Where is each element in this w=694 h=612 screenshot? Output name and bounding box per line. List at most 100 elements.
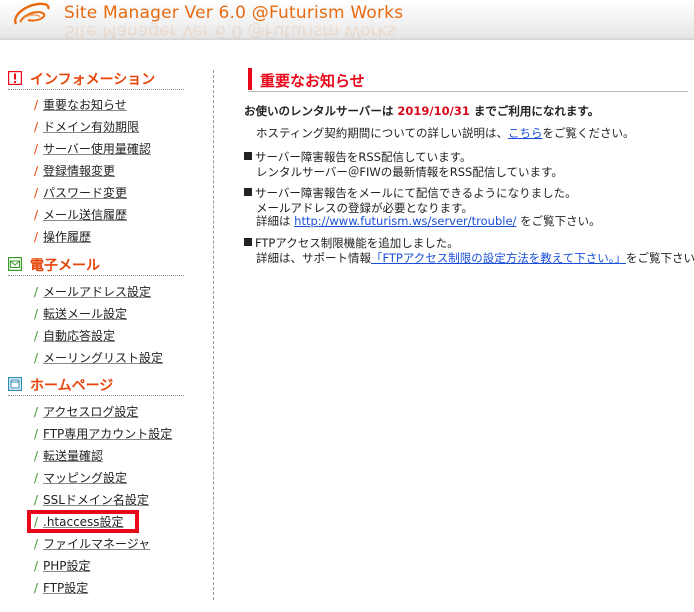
sidebar-item-transfer-volume[interactable]: / 転送量確認 xyxy=(34,447,103,465)
section-title: インフォメーション xyxy=(30,72,156,88)
htaccess-highlight-box xyxy=(27,510,139,533)
bullet-square-icon xyxy=(244,238,252,246)
sidebar-item-label: 操作履歴 xyxy=(43,230,92,244)
slash-icon: / xyxy=(34,493,39,507)
exclamation-box-icon xyxy=(8,71,22,85)
rss-title: サーバー障害報告をRSS配信しています。 xyxy=(255,150,472,164)
slash-icon: / xyxy=(34,208,39,222)
mail-title: サーバー障害報告をメールにて配信できるようになりました。 xyxy=(255,186,577,200)
sidebar-item-label: メールアドレス設定 xyxy=(43,285,152,299)
sidebar-item-label: アクセスログ設定 xyxy=(43,405,139,419)
sidebar-item-label: FTP設定 xyxy=(43,581,89,595)
sidebar-item-domain-expiry[interactable]: / ドメイン有効期限 xyxy=(34,118,139,136)
sidebar-item-ssl-domain[interactable]: / SSLドメイン名設定 xyxy=(34,491,149,509)
header-divider xyxy=(0,38,694,40)
sidebar-item-file-manager[interactable]: / ファイルマネージャ xyxy=(34,535,150,553)
ftp-detail-suffix: をご覧下さい。 xyxy=(625,251,694,265)
sidebar-item-label: 転送メール設定 xyxy=(43,307,128,321)
mail-detail-prefix: 詳細は xyxy=(256,214,291,228)
sidebar-item-access-log[interactable]: / アクセスログ設定 xyxy=(34,403,138,421)
rss-notice-title: サーバー障害報告をRSS配信しています。 xyxy=(244,149,471,165)
sidebar-item-auto-reply[interactable]: / 自動応答設定 xyxy=(34,327,115,345)
ftp-notice-detail: 詳細は、サポート情報「FTPアクセス制限の設定方法を教えて下さい。」をご覧下さい… xyxy=(256,250,694,266)
sidebar-item-mapping[interactable]: / マッピング設定 xyxy=(34,469,127,487)
sidebar-item-label: パスワード変更 xyxy=(43,186,128,200)
sidebar-item-mail-forward[interactable]: / 転送メール設定 xyxy=(34,305,127,323)
section-divider xyxy=(8,89,184,90)
sidebar-item-registration-change[interactable]: / 登録情報変更 xyxy=(34,162,115,180)
swirl-logo-icon xyxy=(14,2,50,25)
sidebar-item-mail-history[interactable]: / メール送信履歴 xyxy=(34,206,127,224)
expiry-suffix: までご利用になれます。 xyxy=(473,104,600,118)
mail-notice-detail2: 詳細は http://www.futurism.ws/server/troubl… xyxy=(256,213,601,229)
sidebar-item-password-change[interactable]: / パスワード変更 xyxy=(34,184,127,202)
ftp-support-link[interactable]: 「FTPアクセス制限の設定方法を教えて下さい。」 xyxy=(371,251,626,265)
sidebar-item-label: PHP設定 xyxy=(43,559,91,573)
bullet-square-icon xyxy=(244,152,252,160)
sidebar-item-operation-history[interactable]: / 操作履歴 xyxy=(34,228,91,246)
sidebar-item-label: ファイルマネージャ xyxy=(43,537,151,551)
sidebar-item-label: FTP専用アカウント設定 xyxy=(43,427,173,441)
ftp-detail-prefix: 詳細は、サポート情報 xyxy=(256,251,371,265)
slash-icon: / xyxy=(34,230,39,244)
slash-icon: / xyxy=(34,559,39,573)
slash-icon: / xyxy=(34,307,39,321)
sidebar-item-php[interactable]: / PHP設定 xyxy=(34,557,91,575)
slash-icon: / xyxy=(34,186,39,200)
sidebar-item-label: メール送信履歴 xyxy=(43,208,128,222)
sidebar-item-label: 重要なお知らせ xyxy=(43,98,127,112)
title-divider xyxy=(248,91,688,92)
section-title: ホームページ xyxy=(30,378,114,394)
sidebar-item-label: 登録情報変更 xyxy=(43,164,116,178)
sidebar-item-mailing-list[interactable]: / メーリングリスト設定 xyxy=(34,349,163,367)
section-email: 電子メール xyxy=(8,253,184,276)
slash-icon: / xyxy=(34,98,39,112)
section-divider xyxy=(8,395,184,396)
sidebar-item-label: 自動応答設定 xyxy=(43,329,116,343)
sidebar-item-label: SSLドメイン名設定 xyxy=(43,493,149,507)
slash-icon: / xyxy=(34,427,39,441)
section-title: 電子メール xyxy=(30,258,100,274)
trouble-link[interactable]: http://www.futurism.ws/server/trouble/ xyxy=(294,214,516,228)
slash-icon: / xyxy=(34,285,39,299)
app-header: Site Manager Ver 6.0 @Futurism Works Sit… xyxy=(0,0,694,40)
sidebar-item-label: サーバー使用量確認 xyxy=(43,142,151,156)
sidebar-item-label: メーリングリスト設定 xyxy=(43,351,164,365)
hosting-text: ホスティング契約期間についての詳しい説明は、 xyxy=(256,126,508,140)
ftp-title: FTPアクセス制限機能を追加しました。 xyxy=(255,236,459,250)
slash-icon: / xyxy=(34,120,39,134)
section-homepage: ホームページ xyxy=(8,373,184,396)
app-title: Site Manager Ver 6.0 @Futurism Works xyxy=(64,3,404,23)
hosting-text-post: をご覧ください。 xyxy=(542,126,635,140)
slash-icon: / xyxy=(34,537,39,551)
mail-detail-suffix: をご覧下さい。 xyxy=(520,214,601,228)
sidebar-item-label: 転送量確認 xyxy=(43,449,104,463)
slash-icon: / xyxy=(34,142,39,156)
hosting-link[interactable]: こちら xyxy=(508,126,543,140)
sidebar-item-ftp[interactable]: / FTP設定 xyxy=(34,579,88,597)
envelope-icon xyxy=(8,257,22,271)
slash-icon: / xyxy=(34,351,39,365)
slash-icon: / xyxy=(34,164,39,178)
rss-notice-detail: レンタルサーバー＠FIWの最新情報をRSS配信しています。 xyxy=(256,165,563,179)
sidebar-item-server-usage[interactable]: / サーバー使用量確認 xyxy=(34,140,151,158)
sidebar-item-mail-address[interactable]: / メールアドレス設定 xyxy=(34,283,151,301)
sidebar-item-label: マッピング設定 xyxy=(43,471,128,485)
page-title: 重要なお知らせ xyxy=(260,72,365,90)
sidebar-item-important-notice[interactable]: / 重要なお知らせ xyxy=(34,96,127,114)
section-information: インフォメーション xyxy=(8,67,184,90)
page-title-bar: 重要なお知らせ xyxy=(242,66,688,92)
ftp-notice-title: FTPアクセス制限機能を追加しました。 xyxy=(244,235,459,251)
expiry-prefix: お使いのレンタルサーバーは xyxy=(244,104,394,118)
sidebar-divider xyxy=(213,70,214,600)
slash-icon: / xyxy=(34,449,39,463)
slash-icon: / xyxy=(34,471,39,485)
expiry-notice: お使いのレンタルサーバーは 2019/10/31 までご利用になれます。 xyxy=(244,103,599,119)
title-accent-bar xyxy=(248,68,252,90)
window-icon xyxy=(8,377,22,391)
expiry-date: 2019/10/31 xyxy=(397,104,470,118)
mail-notice-title: サーバー障害報告をメールにて配信できるようになりました。 xyxy=(244,185,577,201)
hosting-info: ホスティング契約期間についての詳しい説明は、こちらをご覧ください。 xyxy=(256,125,634,141)
slash-icon: / xyxy=(34,329,39,343)
sidebar-item-ftp-account[interactable]: / FTP専用アカウント設定 xyxy=(34,425,172,443)
